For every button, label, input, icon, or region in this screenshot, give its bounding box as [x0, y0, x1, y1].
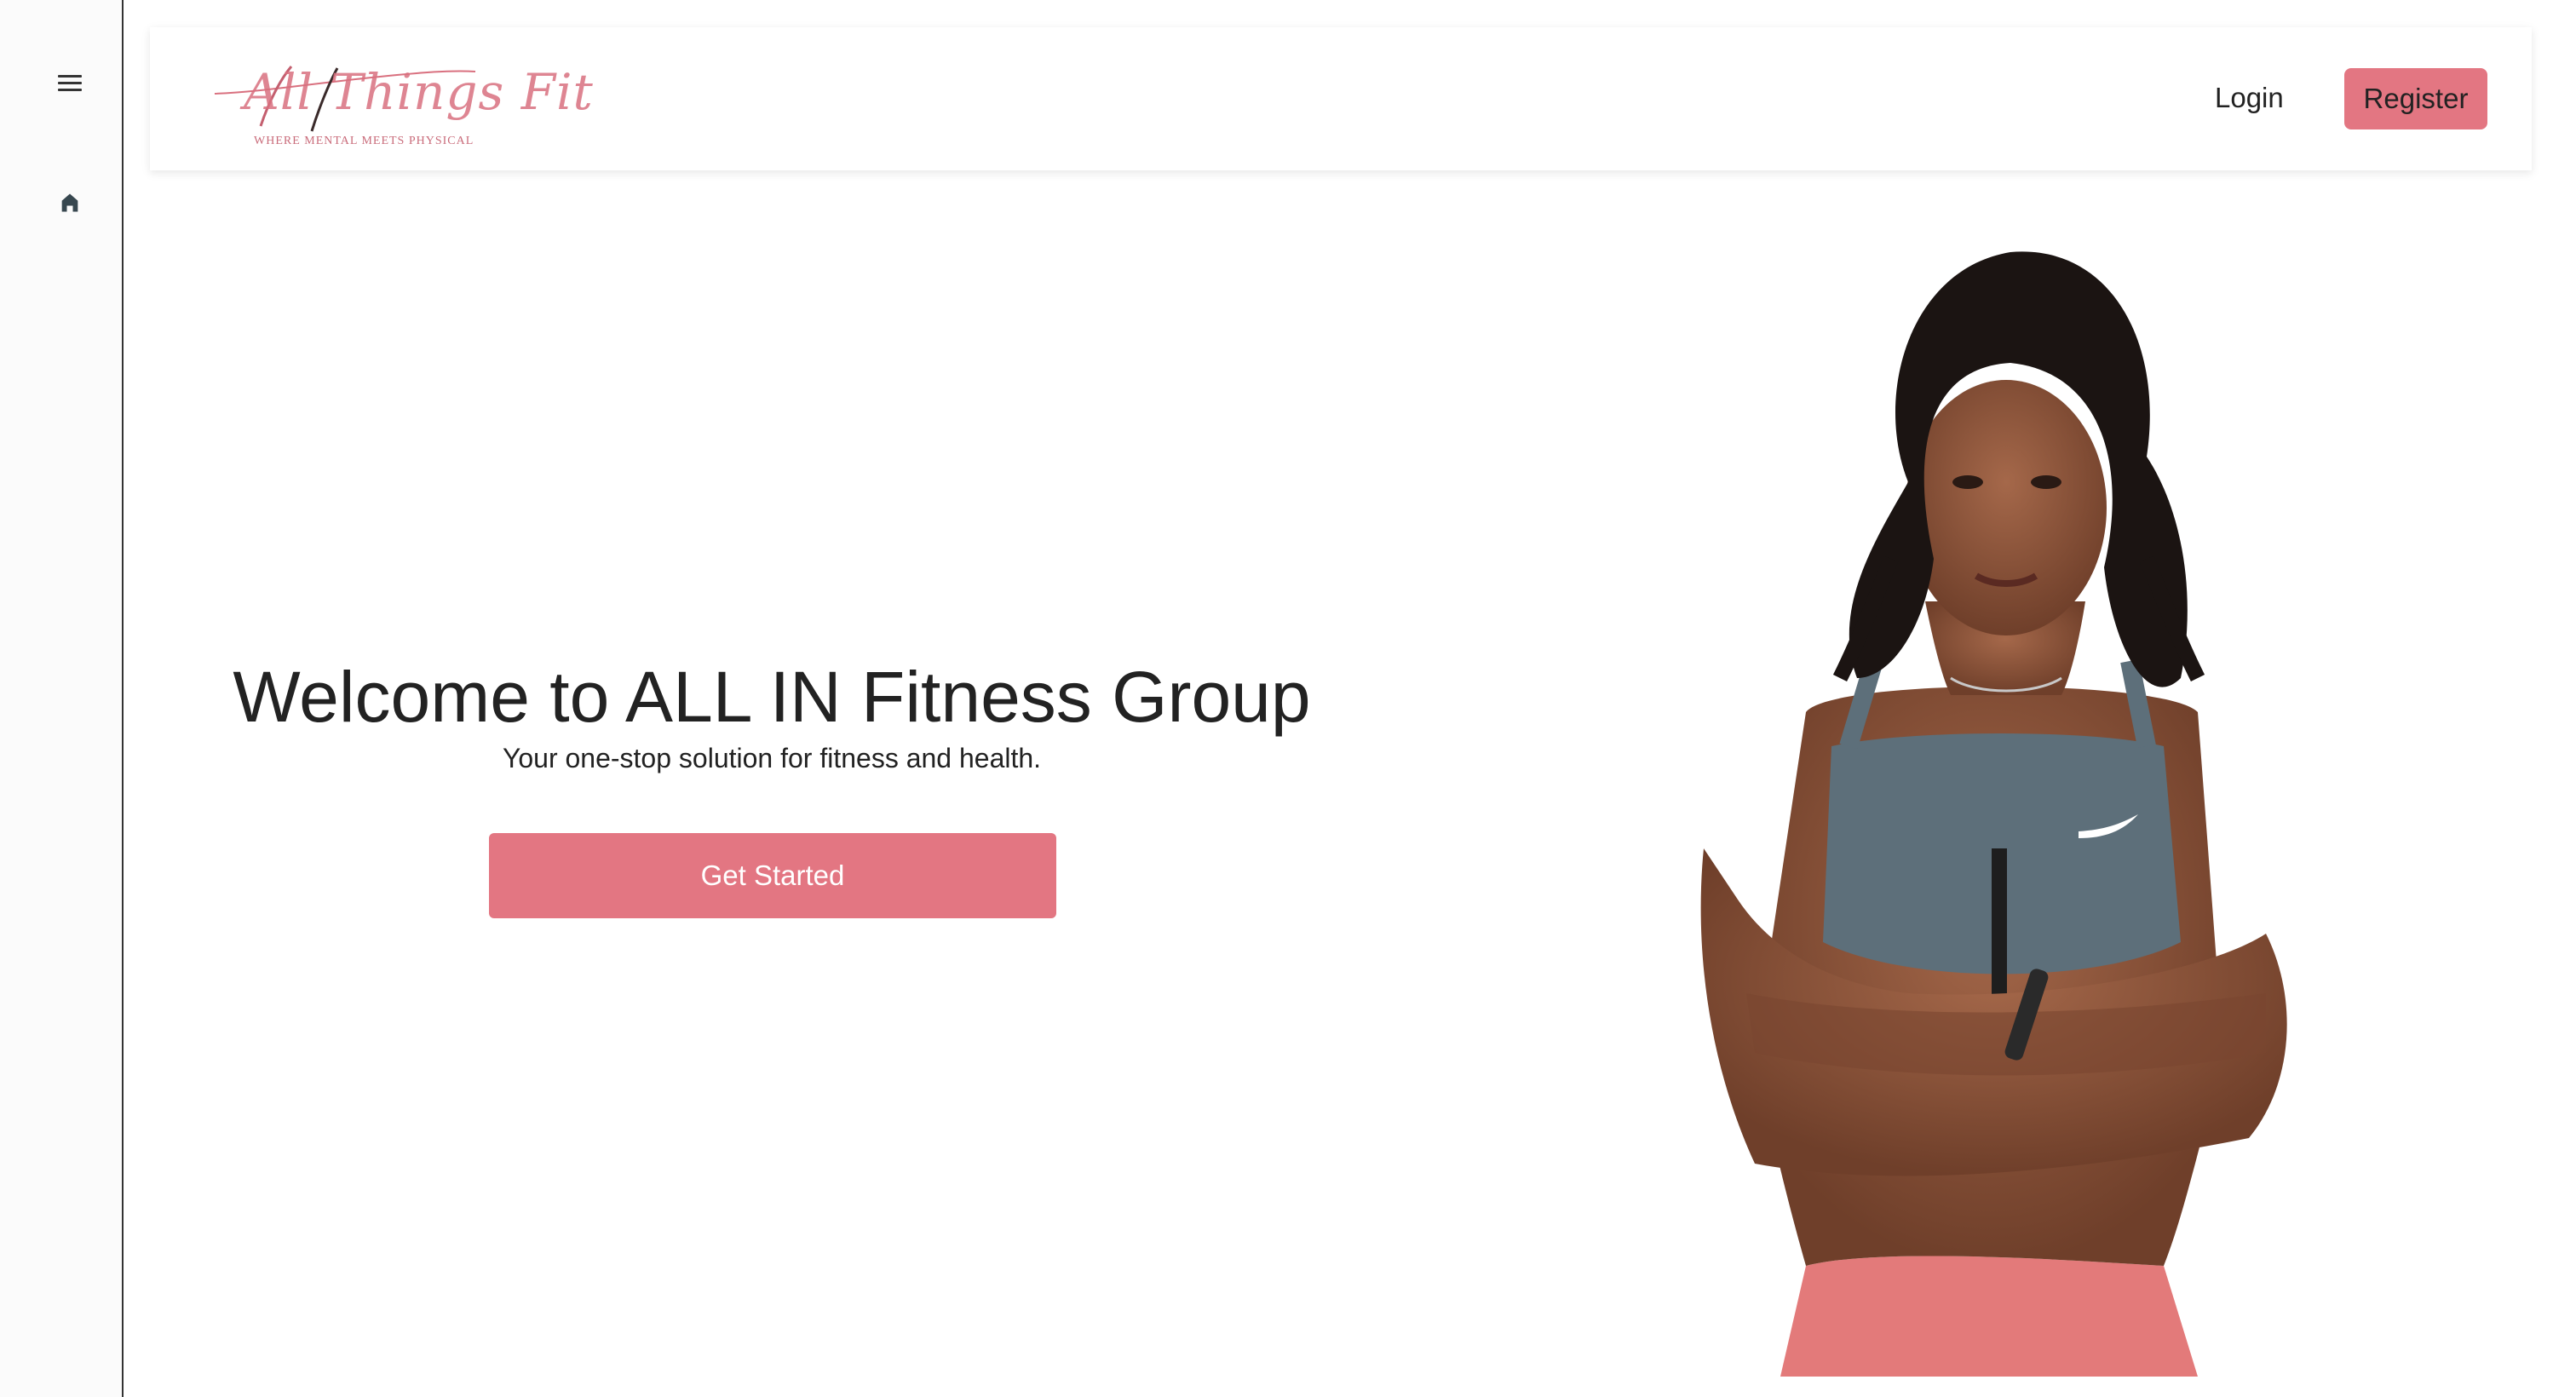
- hero-woman-photo: [1550, 201, 2436, 1377]
- brand-logo[interactable]: All Things Fit WHERE MENTAL MEETS PHYSIC…: [210, 58, 593, 152]
- logo-tagline: WHERE MENTAL MEETS PHYSICAL: [254, 135, 474, 147]
- sidebar: [0, 0, 124, 1397]
- hero-title: Welcome to ALL IN Fitness Group: [233, 657, 1311, 737]
- register-button[interactable]: Register: [2344, 68, 2487, 129]
- top-navbar: All Things Fit WHERE MENTAL MEETS PHYSIC…: [150, 27, 2532, 170]
- get-started-button[interactable]: Get Started: [489, 833, 1056, 918]
- home-icon[interactable]: [58, 191, 82, 215]
- hero-subtitle: Your one-stop solution for fitness and h…: [502, 743, 1042, 773]
- logo-script-text: All Things Fit: [244, 63, 594, 121]
- hamburger-menu-icon[interactable]: [58, 75, 82, 92]
- login-link[interactable]: Login: [2215, 82, 2284, 114]
